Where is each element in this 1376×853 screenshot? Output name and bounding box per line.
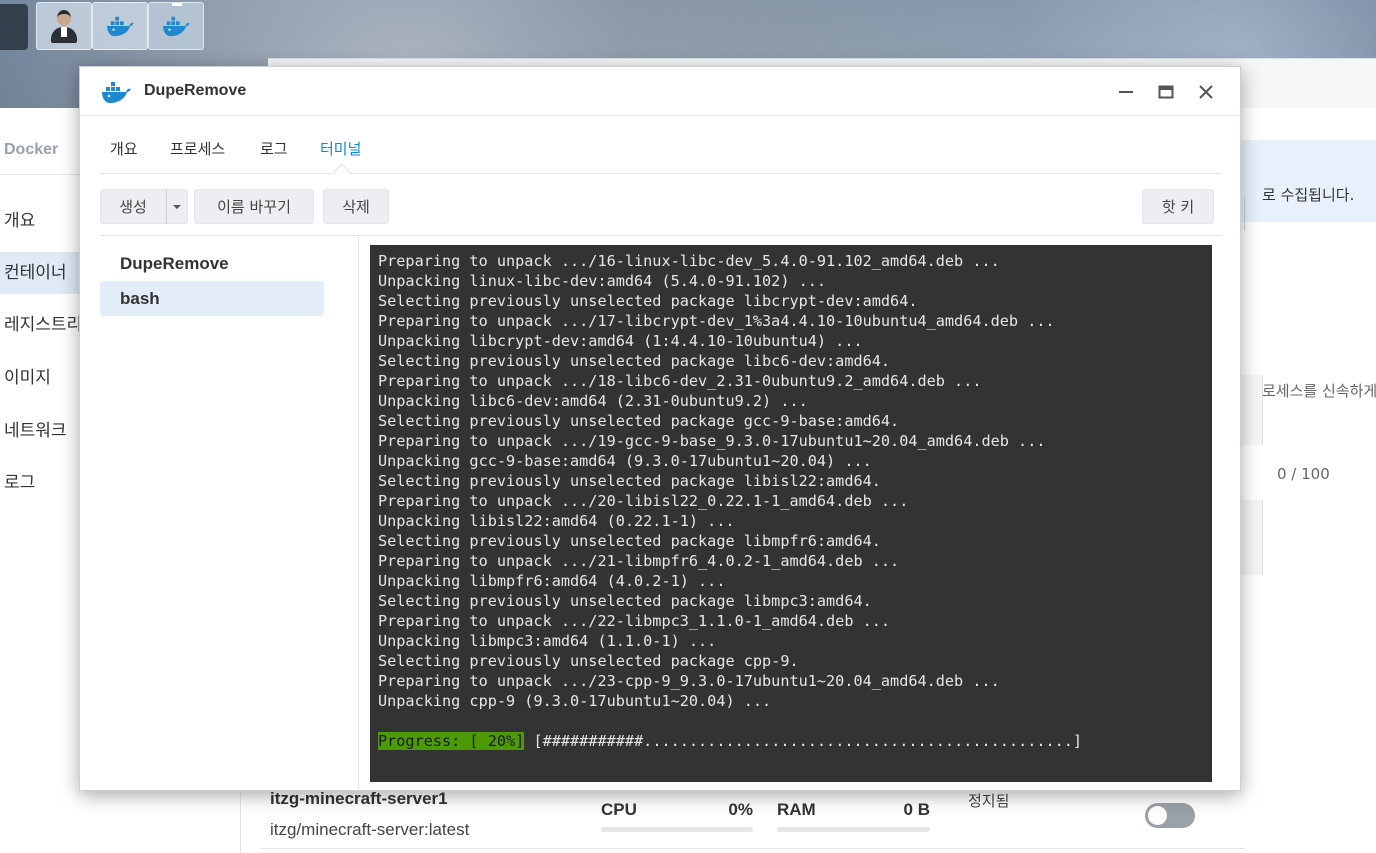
docker-whale-icon [102,82,131,103]
tab-log[interactable]: 로그 [260,138,288,159]
sidebar-item-container[interactable]: 컨테이너 [0,252,80,294]
terminal-line: Selecting previously unselected package … [378,592,872,610]
cpu-value: 0% [728,800,753,819]
sidebar-item-network[interactable]: 네트워크 [0,410,80,452]
apt-progress-row: Progress: [ 20%] [###########...........… [378,731,1212,751]
background-info-banner [1241,140,1376,222]
session-item-duperemove[interactable]: DupeRemove [100,246,324,281]
active-tab-pointer [333,163,351,181]
session-list: DupeRemove bash [100,236,359,791]
container-image: itzg/minecraft-server:latest [270,820,470,839]
progress-bar-text: [###########............................… [524,732,1083,750]
create-button[interactable]: 생성 [100,189,166,224]
delete-button[interactable]: 삭제 [323,189,389,224]
cpu-label: CPU [601,800,637,819]
background-banner-text: 로 수집됩니다. [1262,186,1355,204]
background-field-edge [1241,195,1245,231]
sidebar-divider [0,174,80,175]
docker-whale-icon [107,16,134,37]
terminal-line: Unpacking libcrypt-dev:amd64 (1:4.4.10-1… [378,332,863,350]
terminal-line: Selecting previously unselected package … [378,472,881,490]
ram-usage-bar [777,827,930,832]
container-power-toggle[interactable] [1145,803,1195,828]
terminal-line: Preparing to unpack .../21-libmpfr6_4.0.… [378,552,900,570]
close-icon [1199,85,1213,99]
cpu-usage-bar [601,827,753,832]
row-divider [260,848,1245,849]
background-panel-edge-lower [1241,500,1263,575]
maximize-button[interactable] [1154,80,1178,104]
ram-label: RAM [777,800,816,819]
terminal-line: Unpacking libmpc3:amd64 (1.1.0-1) ... [378,632,717,650]
sidebar-item-image[interactable]: 이미지 [0,357,80,399]
terminal-line: Preparing to unpack .../20-libisl22_0.22… [378,492,909,510]
tab-bar: 개요 프로세스 로그 터미널 [100,116,1222,181]
terminal-line: Preparing to unpack .../17-libcrypt-dev_… [378,312,1055,330]
sidebar-item-overview[interactable]: 개요 [0,200,80,242]
taskbar [0,0,1376,52]
rename-button[interactable]: 이름 바꾸기 [194,189,314,224]
tab-process[interactable]: 프로세스 [170,138,225,159]
sidebar-item-log[interactable]: 로그 [0,462,80,504]
terminal-line: Unpacking libc6-dev:amd64 (2.31-0ubuntu9… [378,392,808,410]
background-app-title: Docker [4,141,59,158]
container-detail-window: DupeRemove 개요 프로세스 로그 터미널 생성 이름 바꾸기 삭제 핫… [79,66,1241,791]
background-counter-text: 0 / 100 [1277,465,1330,483]
hotkey-button[interactable]: 핫 키 [1142,189,1214,224]
create-dropdown-button[interactable] [166,189,188,224]
container-status: 정지됨 [968,792,1010,810]
terminal-line: Selecting previously unselected package … [378,352,891,370]
minimize-icon [1119,91,1133,93]
terminal-line: Selecting previously unselected package … [378,412,900,430]
ram-value: 0 B [903,800,930,819]
terminal-line: Preparing to unpack .../16-linux-libc-de… [378,252,1000,270]
active-indicator [172,3,182,6]
terminal-line: Unpacking libisl22:amd64 (0.22.1-1) ... [378,512,735,530]
sidebar-item-registry[interactable]: 레지스트리 [0,304,82,346]
taskbar-docker-button[interactable] [92,2,148,50]
terminal-line: Preparing to unpack .../22-libmpc3_1.1.0… [378,612,891,630]
docker-whale-icon [163,16,190,37]
close-button[interactable] [1194,80,1218,104]
tab-terminal[interactable]: 터미널 [320,138,361,159]
user-avatar-icon [51,9,77,43]
terminal-line: Preparing to unpack .../19-gcc-9-base_9.… [378,432,1046,450]
terminal-line: Unpacking cpp-9 (9.3.0-17ubuntu1~20.04) … [378,692,772,710]
background-panel-edge [1241,375,1263,445]
window-titlebar[interactable]: DupeRemove [80,67,1240,116]
session-item-bash[interactable]: bash [100,281,324,316]
minimize-button[interactable] [1114,80,1138,104]
terminal-line: Selecting previously unselected package … [378,652,799,670]
taskbar-docker-terminal-button[interactable] [148,2,204,50]
terminal-output[interactable]: Preparing to unpack .../16-linux-libc-de… [370,245,1212,782]
terminal-line: Preparing to unpack .../18-libc6-dev_2.3… [378,372,982,390]
terminal-line: Selecting previously unselected package … [378,532,881,550]
window-title: DupeRemove [144,82,247,99]
terminal-line: Unpacking libmpfr6:amd64 (4.0.2-1) ... [378,572,726,590]
taskbar-user-button[interactable] [36,2,92,50]
progress-label: Progress: [ 20%] [378,732,525,750]
terminal-toolbar: 생성 이름 바꾸기 삭제 핫 키 [100,189,1222,225]
terminal-line: Unpacking linux-libc-dev:amd64 (5.4.0-91… [378,272,827,290]
terminal-line: Unpacking gcc-9-base:amd64 (9.3.0-17ubun… [378,452,872,470]
taskbar-main-menu-stub[interactable] [0,4,28,50]
maximize-icon [1158,85,1174,99]
terminal-line: Selecting previously unselected package … [378,292,918,310]
tab-overview[interactable]: 개요 [110,138,138,159]
terminal-line: Preparing to unpack .../23-cpp-9_9.3.0-1… [378,672,1000,690]
background-description-text: 로세스를 신속하게 [1262,382,1376,400]
dropdown-caret-icon [173,204,181,209]
container-name: itzg-minecraft-server1 [270,789,448,808]
toggle-knob [1148,806,1167,825]
